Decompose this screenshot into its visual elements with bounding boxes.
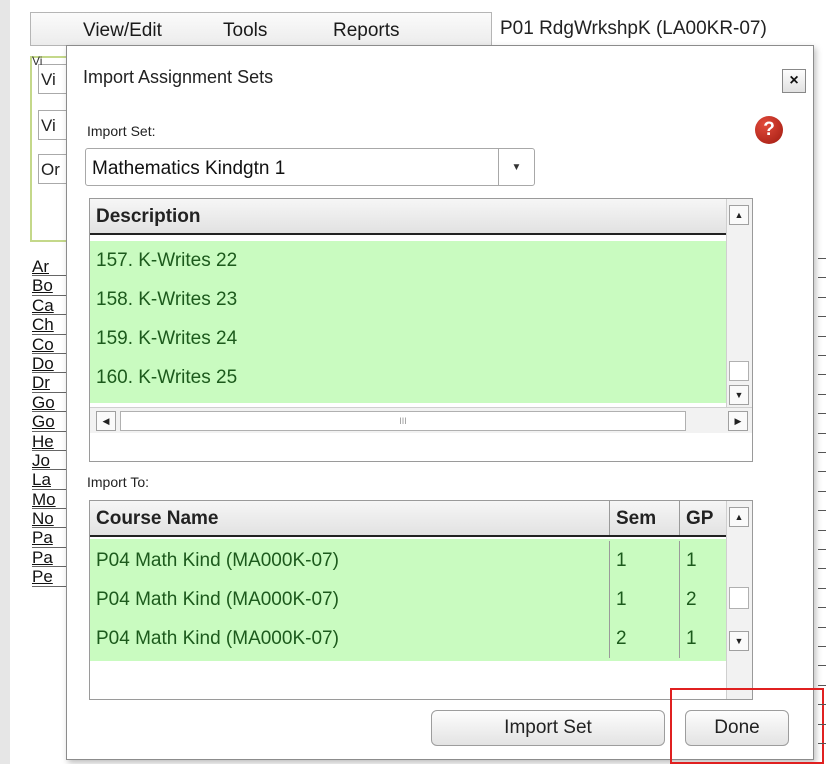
- gp-cell: 1: [686, 550, 697, 571]
- menu-view-edit[interactable]: View/Edit: [83, 20, 162, 42]
- table-gridline: [818, 258, 826, 259]
- sem-cell: 1: [610, 580, 680, 619]
- course-vertical-scrollbar[interactable]: ▲ ▼: [726, 501, 752, 699]
- table-gridline: [818, 335, 826, 337]
- scroll-thumb[interactable]: [729, 587, 749, 609]
- import-set-select[interactable]: Mathematics Kindgtn 1 ▼: [85, 148, 535, 186]
- gp-cell: 2: [686, 589, 697, 610]
- description-column-header[interactable]: Description: [90, 199, 207, 233]
- table-gridline: [818, 316, 826, 318]
- sem-cell: 1: [610, 541, 680, 580]
- top-menu-bar: View/Edit Tools Reports P01 RdgWrkshpK (…: [30, 12, 826, 46]
- table-gridline: [818, 277, 826, 279]
- chevron-down-icon[interactable]: ▼: [498, 149, 534, 185]
- scroll-right-icon[interactable]: ▶: [728, 411, 748, 431]
- view-tab-label: Vi: [32, 54, 43, 68]
- description-cell: 157. K-Writes 22: [96, 250, 238, 271]
- table-gridline: [818, 646, 826, 647]
- table-gridline: [818, 510, 826, 512]
- sem-column-header[interactable]: Sem: [610, 501, 680, 535]
- close-button[interactable]: ×: [782, 69, 806, 93]
- import-set-button[interactable]: Import Set: [431, 710, 665, 746]
- course-row[interactable]: P04 Math Kind (MA000K-07) 1 1: [90, 541, 726, 580]
- table-gridline: [818, 355, 826, 356]
- table-gridline: [818, 452, 826, 453]
- highlight-box: [670, 688, 824, 764]
- description-cell: 159. K-Writes 24: [96, 328, 238, 349]
- table-gridline: [818, 529, 826, 531]
- scroll-left-icon[interactable]: ◀: [96, 411, 116, 431]
- scroll-up-icon[interactable]: ▲: [729, 507, 749, 527]
- table-gridline: [818, 684, 826, 686]
- description-row[interactable]: 158. K-Writes 23: [90, 280, 726, 319]
- left-rail: [0, 0, 10, 764]
- course-name-cell: P04 Math Kind (MA000K-07): [90, 541, 610, 580]
- course-row[interactable]: P04 Math Kind (MA000K-07) 1 2: [90, 580, 726, 619]
- description-row[interactable]: 157. K-Writes 22: [90, 241, 726, 280]
- table-gridline: [818, 607, 826, 609]
- description-cell: 158. K-Writes 23: [96, 289, 238, 310]
- table-gridline: [818, 626, 826, 628]
- table-gridline: [818, 413, 826, 415]
- course-rows: P04 Math Kind (MA000K-07) 1 1 P04 Math K…: [90, 539, 726, 661]
- table-gridline: [818, 471, 826, 473]
- menu-reports[interactable]: Reports: [333, 20, 400, 42]
- gp-column-header[interactable]: GP: [680, 501, 726, 535]
- table-gridline: [818, 296, 826, 298]
- import-set-value: Mathematics Kindgtn 1: [92, 158, 286, 179]
- table-gridline: [818, 723, 826, 725]
- description-horizontal-scrollbar[interactable]: ◀ III ▶: [90, 407, 752, 433]
- description-header-row: Description: [90, 199, 726, 235]
- scroll-up-icon[interactable]: ▲: [729, 205, 749, 225]
- scroll-down-icon[interactable]: ▼: [729, 385, 749, 405]
- import-to-label: Import To:: [87, 474, 149, 490]
- table-gridline: [818, 587, 826, 589]
- dialog-title: Import Assignment Sets: [83, 67, 274, 87]
- import-to-grid: Course Name Sem GP P04 Math Kind (MA000K…: [89, 500, 753, 700]
- description-cell: 160. K-Writes 25: [96, 367, 238, 388]
- description-row[interactable]: 160. K-Writes 25: [90, 358, 726, 397]
- help-icon[interactable]: ?: [755, 116, 783, 144]
- scroll-thumb[interactable]: [729, 361, 749, 381]
- scroll-thumb[interactable]: III: [120, 411, 686, 431]
- import-assignment-sets-dialog: Import Assignment Sets × ? Import Set: M…: [66, 45, 814, 760]
- gp-cell: 1: [686, 628, 697, 649]
- description-vertical-scrollbar[interactable]: ▲ ▼: [726, 199, 752, 433]
- description-rows: 157. K-Writes 22 158. K-Writes 23 159. K…: [90, 241, 726, 403]
- table-gridline: [818, 743, 826, 744]
- course-header-row: Course Name Sem GP: [90, 501, 726, 537]
- table-gridline: [818, 568, 826, 570]
- menu-tools[interactable]: Tools: [223, 20, 267, 42]
- description-row[interactable]: 159. K-Writes 24: [90, 319, 726, 358]
- scroll-down-icon[interactable]: ▼: [729, 631, 749, 651]
- table-gridline: [818, 665, 826, 667]
- import-set-label: Import Set:: [87, 123, 156, 139]
- course-name-cell: P04 Math Kind (MA000K-07): [90, 619, 610, 658]
- table-gridline: [818, 704, 826, 706]
- section-title[interactable]: P01 RdgWrkshpK (LA00KR-07): [491, 12, 826, 46]
- table-gridline: [818, 374, 826, 376]
- table-gridline: [818, 490, 826, 492]
- view-panel: Vi Vi Or: [30, 56, 78, 242]
- right-edge-strip: [818, 50, 826, 750]
- sem-cell: 2: [610, 619, 680, 658]
- course-name-cell: P04 Math Kind (MA000K-07): [90, 580, 610, 619]
- table-gridline: [818, 432, 826, 434]
- course-name-column-header[interactable]: Course Name: [90, 501, 610, 535]
- description-grid: Description 157. K-Writes 22 158. K-Writ…: [89, 198, 753, 462]
- table-gridline: [818, 549, 826, 550]
- course-row[interactable]: P04 Math Kind (MA000K-07) 2 1: [90, 619, 726, 658]
- table-gridline: [818, 393, 826, 395]
